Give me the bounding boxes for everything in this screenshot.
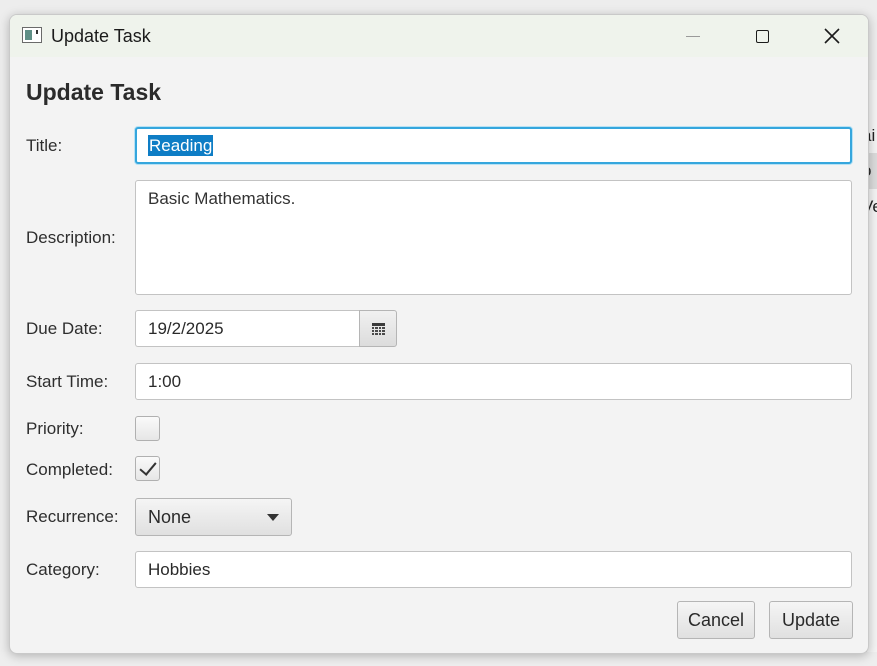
category-label: Category: bbox=[26, 560, 100, 579]
due-date-field[interactable]: 19/2/2025 bbox=[135, 310, 360, 347]
completed-label: Completed: bbox=[26, 460, 113, 479]
cancel-button[interactable]: Cancel bbox=[677, 601, 755, 639]
recurrence-selected: None bbox=[148, 507, 192, 527]
description-value: Basic Mathematics. bbox=[148, 189, 296, 208]
category-value: Hobbies bbox=[148, 560, 211, 579]
minimize-icon bbox=[686, 35, 700, 37]
window-titlebar[interactable]: Update Task bbox=[10, 15, 868, 57]
calendar-icon bbox=[371, 322, 385, 335]
close-icon bbox=[824, 28, 840, 44]
start-time-value: 1:00 bbox=[148, 372, 182, 391]
title-field[interactable]: Reading bbox=[135, 127, 852, 164]
update-button[interactable]: Update bbox=[769, 601, 853, 639]
maximize-button[interactable] bbox=[739, 15, 785, 57]
background-bottom-area bbox=[0, 652, 877, 666]
window-title: Update Task bbox=[51, 26, 151, 46]
recurrence-dropdown[interactable]: None bbox=[135, 498, 292, 536]
category-field[interactable]: Hobbies bbox=[135, 551, 852, 588]
start-time-field[interactable]: 1:00 bbox=[135, 363, 852, 400]
update-task-dialog: Update Task Update Task Title: Reading D… bbox=[9, 14, 869, 654]
dialog-heading: Update Task bbox=[26, 79, 162, 105]
minimize-button[interactable] bbox=[670, 15, 716, 57]
due-date-value: 19/2/2025 bbox=[148, 319, 224, 338]
recurrence-label: Recurrence: bbox=[26, 507, 119, 526]
checkmark-icon bbox=[139, 457, 157, 476]
app-window-icon bbox=[22, 27, 42, 43]
description-label: Description: bbox=[26, 228, 116, 247]
description-textarea[interactable]: Basic Mathematics. bbox=[135, 180, 852, 295]
completed-checkbox[interactable] bbox=[135, 456, 160, 481]
close-button[interactable] bbox=[809, 15, 855, 57]
start-time-label: Start Time: bbox=[26, 372, 109, 391]
date-picker-button[interactable] bbox=[359, 310, 397, 347]
chevron-down-icon bbox=[267, 514, 279, 521]
title-field-value: Reading bbox=[148, 135, 214, 156]
title-label: Title: bbox=[26, 136, 63, 155]
maximize-icon bbox=[755, 29, 769, 43]
due-date-label: Due Date: bbox=[26, 319, 103, 338]
priority-checkbox[interactable] bbox=[135, 416, 160, 441]
priority-label: Priority: bbox=[26, 419, 84, 438]
